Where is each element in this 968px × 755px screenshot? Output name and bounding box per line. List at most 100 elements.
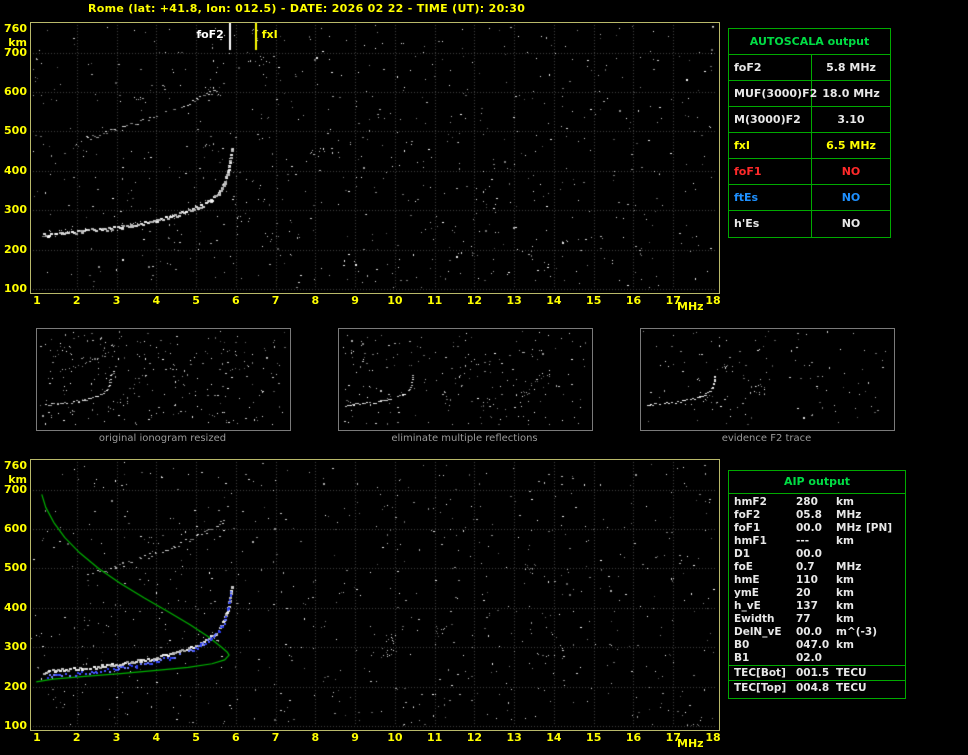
aip-row-label: foF1 — [734, 522, 761, 534]
x-tick-label: 11 — [426, 731, 443, 744]
aip-row-label: foF2 — [734, 509, 761, 521]
x-tick-label: 5 — [192, 731, 200, 744]
y-tick-label: 300 — [4, 640, 27, 654]
aip-row-label: B0 — [734, 639, 750, 651]
aip-output-panel: AIP output hmF2 280 km foF2 05.8 MHz foF1 00.0 M… — [728, 470, 906, 699]
autoscala-row-fxI: fxI 6.5 MHz — [729, 133, 890, 159]
aip-row-note — [866, 600, 905, 613]
x-tick-label: 8 — [311, 294, 320, 307]
aip-row-value: 110 — [796, 574, 818, 586]
x-tick-label: 10 — [387, 731, 403, 744]
x-tick-label: 1 — [33, 294, 41, 307]
page-title: Rome (lat: +41.8, lon: 012.5) - DATE: 20… — [88, 2, 526, 15]
x-tick-label: 4 — [152, 294, 161, 307]
aip-row-B0: B0 047.0 km — [729, 639, 905, 652]
thumbnail-caption-reflections: eliminate multiple reflections — [391, 433, 538, 444]
aip-output-header: AIP output — [729, 471, 905, 494]
x-tick-label: 1 — [33, 731, 41, 744]
autoscala-row-foF2: foF2 5.8 MHz — [729, 55, 890, 81]
y-tick-label: 600 — [4, 85, 27, 99]
thumbnail-caption-evidence: evidence F2 trace — [721, 433, 812, 444]
aip-row-note: [PN] — [866, 522, 893, 534]
aip-row-foF2: foF2 05.8 MHz — [729, 509, 905, 522]
x-tick-label: 12 — [466, 731, 483, 744]
x-tick-label: 15 — [586, 731, 602, 744]
aip-row-unit: MHz — [836, 509, 862, 521]
aip-row-note — [866, 509, 905, 522]
aip-row-note — [866, 639, 905, 652]
x-tick-label: 2 — [72, 731, 81, 744]
aip-row-TEC[Bot]: TEC[Bot] 001.5 TECU — [729, 666, 905, 681]
aip-row-value: 77 — [796, 613, 811, 625]
aip-row-note — [866, 613, 905, 626]
autoscala-row-value: 3.10 — [837, 113, 865, 126]
aip-row-unit: km — [836, 587, 854, 599]
autoscala-row-ftEs: ftEs NO — [729, 185, 890, 211]
autoscala-row-value: 6.5 MHz — [826, 139, 876, 152]
top-ionogram-canvas — [31, 23, 717, 291]
aip-row-unit: TECU — [836, 667, 867, 679]
aip-row-Ewidth: Ewidth 77 km — [729, 613, 905, 626]
aip-row-value: 05.8 — [796, 509, 822, 521]
aip-row-note — [866, 548, 905, 561]
aip-row-note — [866, 574, 905, 587]
aip-row-unit: m^(-3) — [836, 626, 878, 638]
aip-row-value: 0.7 — [796, 561, 815, 573]
y-tick-label: 600 — [4, 522, 27, 536]
aip-row-unit: km — [836, 600, 854, 612]
aip-row-unit — [836, 548, 866, 561]
aip-row-foF1: foF1 00.0 MHz [PN] — [729, 522, 905, 535]
thumbnail-original-ionogram — [36, 328, 291, 431]
x-tick-label: 13 — [506, 731, 522, 744]
autoscala-row-h'Es: h'Es NO — [729, 211, 890, 237]
autoscala-screen: Rome (lat: +41.8, lon: 012.5) - DATE: 20… — [0, 0, 968, 755]
autoscala-row-label: foF1 — [729, 159, 812, 184]
autoscala-row-value: 18.0 MHz — [822, 87, 880, 100]
autoscala-row-label: M(3000)F2 — [729, 107, 812, 132]
y-tick-label: 100 — [4, 719, 27, 732]
autoscala-row-value: 5.8 MHz — [826, 61, 876, 74]
aip-row-note — [866, 561, 905, 574]
aip-row-value: 137 — [796, 600, 818, 612]
autoscala-row-M(3000)F2: M(3000)F2 3.10 — [729, 107, 890, 133]
aip-row-note — [866, 587, 905, 600]
x-tick-label: 9 — [351, 731, 359, 744]
x-tick-label: 3 — [112, 294, 121, 307]
thumbnail-canvas-original — [37, 329, 288, 428]
aip-row-value: 00.0 — [796, 522, 822, 534]
x-axis-unit-label: MHz — [677, 300, 704, 313]
x-tick-label: 15 — [586, 294, 602, 307]
aip-row-label: hmE — [734, 574, 760, 586]
aip-row-value: 001.5 — [796, 667, 830, 679]
aip-row-hmE: hmE 110 km — [729, 574, 905, 587]
aip-row-ymE: ymE 20 km — [729, 587, 905, 600]
x-tick-label: 10 — [387, 294, 403, 307]
aip-row-note — [866, 535, 905, 548]
aip-row-unit — [836, 652, 866, 665]
bottom-ionogram-plot: 760 700 600 500 400 300 200 100 km 1 2 3 4 5 6 7 8 9 10 11 1… — [4, 459, 721, 750]
aip-row-D1: D1 00.0 — [729, 548, 905, 561]
aip-row-B1: B1 02.0 — [729, 652, 905, 665]
aip-row-unit: MHz — [836, 522, 862, 534]
x-tick-label: 14 — [546, 294, 562, 307]
aip-row-hmF1: hmF1 --- km — [729, 535, 905, 548]
x-tick-label: 7 — [271, 731, 280, 744]
aip-row-label: B1 — [734, 652, 750, 664]
x-tick-label: 14 — [546, 731, 562, 744]
y-tick-label: 400 — [4, 163, 27, 177]
autoscala-row-label: foF2 — [729, 55, 812, 80]
thumbnail-canvas-reflections — [339, 329, 590, 428]
y-tick-label: 760 — [4, 22, 27, 35]
aip-row-h_vE: h_vE 137 km — [729, 600, 905, 613]
y-tick-label: 500 — [4, 561, 27, 575]
autoscala-rows: foF2 5.8 MHz MUF(3000)F2 18.0 MHz M(3000)F2 3… — [729, 55, 890, 237]
aip-row-DelN_vE: DelN_vE 00.0 m^(-3) — [729, 626, 905, 639]
x-tick-label: 6 — [231, 294, 240, 307]
aip-row-value: 02.0 — [796, 652, 822, 664]
aip-tec-rows: TEC[Bot] 001.5 TECU TEC[Top] 004.8 TECU — [729, 665, 905, 695]
fxi-marker-label: fxI — [261, 28, 278, 41]
autoscala-row-label: h'Es — [729, 211, 812, 237]
y-tick-label: 760 — [4, 459, 27, 472]
aip-rows: hmF2 280 km foF2 05.8 MHz foF1 00.0 MHz [PN] hmF1 -… — [729, 494, 905, 665]
x-tick-label: 18 — [705, 294, 721, 307]
